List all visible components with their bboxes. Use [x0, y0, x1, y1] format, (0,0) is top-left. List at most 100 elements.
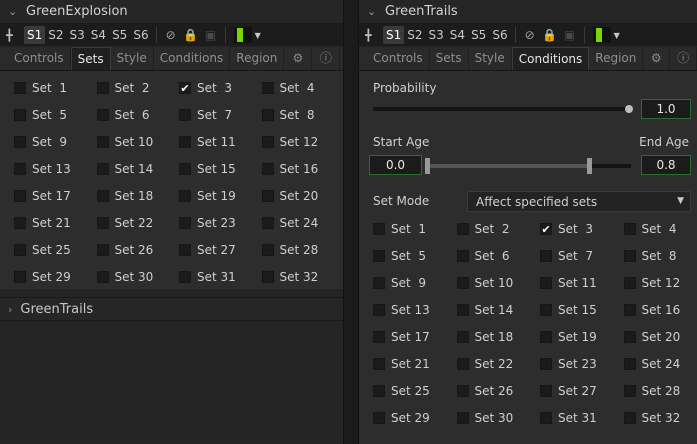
set-checkbox-31[interactable]: Set 31 — [179, 263, 262, 290]
version-button-s1[interactable]: S1 — [24, 26, 46, 44]
lock-icon[interactable]: 🔒 — [181, 28, 201, 42]
checkbox-box[interactable] — [261, 270, 274, 283]
version-button-s4[interactable]: S4 — [447, 26, 468, 44]
checkbox-box[interactable] — [179, 190, 191, 202]
checkbox-box[interactable] — [179, 109, 191, 122]
version-button-s6[interactable]: S6 — [489, 26, 510, 44]
checkbox-box[interactable] — [14, 82, 26, 95]
checkbox-box[interactable] — [456, 304, 469, 317]
checkbox-box[interactable] — [373, 223, 385, 236]
pin-icon[interactable]: ╋ — [6, 29, 24, 42]
tab-style[interactable]: Style — [469, 47, 512, 70]
set-checkbox-5[interactable]: Set 5 — [373, 243, 457, 270]
tab-controls[interactable]: Controls — [367, 47, 430, 70]
checkbox-box[interactable] — [540, 411, 552, 424]
age-range-slider[interactable] — [425, 158, 631, 174]
left-panel-header[interactable]: ⌄ GreenExplosion — [0, 0, 343, 24]
disable-icon[interactable]: ⊘ — [161, 28, 181, 42]
lock-icon[interactable]: 🔒 — [540, 28, 560, 42]
tab-sets[interactable]: Sets — [430, 47, 469, 70]
checkbox-box[interactable] — [540, 250, 552, 263]
set-checkbox-26[interactable]: Set 26 — [456, 377, 541, 404]
checkbox-box[interactable] — [261, 163, 274, 176]
checkbox-box[interactable] — [96, 109, 109, 122]
set-checkbox-27[interactable]: Set 27 — [179, 236, 262, 263]
set-checkbox-20[interactable]: Set 20 — [261, 183, 345, 210]
set-checkbox-25[interactable]: Set 25 — [373, 377, 457, 404]
set-checkbox-22[interactable]: Set 22 — [456, 350, 541, 377]
set-checkbox-11[interactable]: Set 11 — [179, 129, 262, 156]
checkbox-box[interactable] — [373, 411, 385, 424]
disable-icon[interactable]: ⊘ — [520, 28, 540, 42]
checkbox-box[interactable] — [623, 357, 636, 370]
set-checkbox-2[interactable]: Set 2 — [456, 216, 541, 243]
set-checkbox-29[interactable]: Set 29 — [373, 404, 457, 431]
set-checkbox-8[interactable]: Set 8 — [261, 102, 345, 129]
set-checkbox-3[interactable]: ✔ Set 3 — [540, 216, 624, 243]
set-checkbox-13[interactable]: Set 13 — [14, 156, 97, 183]
checkbox-box[interactable] — [456, 331, 469, 343]
checkbox-box[interactable] — [96, 136, 109, 149]
set-checkbox-9[interactable]: Set 9 — [14, 129, 97, 156]
start-age-input[interactable]: 0.0 — [369, 155, 422, 175]
set-checkbox-2[interactable]: Set 2 — [96, 75, 180, 102]
set-checkbox-25[interactable]: Set 25 — [14, 236, 97, 263]
checkbox-box[interactable] — [623, 384, 636, 397]
version-button-s3[interactable]: S3 — [67, 26, 88, 44]
color-swatch[interactable] — [592, 27, 611, 43]
checkbox-box[interactable] — [14, 136, 26, 149]
end-age-input[interactable]: 0.8 — [641, 155, 691, 175]
right-panel-header[interactable]: ⌄ GreenTrails — [359, 0, 697, 24]
checkbox-box[interactable] — [179, 270, 191, 283]
checkbox-box[interactable] — [96, 270, 109, 283]
checkbox-box[interactable] — [456, 384, 469, 397]
set-mode-select[interactable]: Affect specified sets ▼ — [467, 191, 691, 212]
checkbox-box[interactable] — [373, 384, 385, 397]
checkbox-box[interactable] — [623, 277, 636, 290]
checkbox-box[interactable] — [261, 216, 274, 229]
set-checkbox-5[interactable]: Set 5 — [14, 102, 97, 129]
version-button-s3[interactable]: S3 — [426, 26, 447, 44]
version-button-s6[interactable]: S6 — [130, 26, 151, 44]
set-checkbox-23[interactable]: Set 23 — [540, 350, 624, 377]
info-icon[interactable]: ⓘ — [312, 47, 341, 70]
set-checkbox-15[interactable]: Set 15 — [540, 297, 624, 324]
set-checkbox-17[interactable]: Set 17 — [14, 183, 97, 210]
checkbox-box[interactable] — [14, 109, 26, 122]
checkbox-box[interactable] — [540, 304, 552, 317]
checkbox-box[interactable] — [14, 216, 26, 229]
checkbox-box[interactable] — [623, 411, 636, 424]
set-checkbox-23[interactable]: Set 23 — [179, 209, 262, 236]
checkbox-box[interactable] — [456, 223, 469, 236]
checkbox-box[interactable] — [261, 190, 274, 202]
chevron-down-icon[interactable]: ⌄ — [8, 5, 20, 18]
set-checkbox-4[interactable]: Set 4 — [261, 75, 345, 102]
checkbox-box[interactable] — [373, 304, 385, 317]
info-icon[interactable]: ⓘ — [670, 47, 697, 70]
checkbox-box[interactable] — [540, 384, 552, 397]
set-checkbox-24[interactable]: Set 24 — [623, 350, 697, 377]
set-checkbox-6[interactable]: Set 6 — [96, 102, 180, 129]
set-checkbox-28[interactable]: Set 28 — [261, 236, 345, 263]
set-checkbox-10[interactable]: Set 10 — [456, 270, 541, 297]
checkbox-box[interactable] — [373, 331, 385, 343]
checkbox-box[interactable] — [96, 243, 109, 256]
set-checkbox-10[interactable]: Set 10 — [96, 129, 180, 156]
checkbox-box[interactable] — [179, 136, 191, 149]
set-checkbox-12[interactable]: Set 12 — [261, 129, 345, 156]
set-checkbox-30[interactable]: Set 30 — [96, 263, 180, 290]
set-checkbox-13[interactable]: Set 13 — [373, 297, 457, 324]
checkbox-box[interactable] — [261, 82, 274, 95]
set-checkbox-7[interactable]: Set 7 — [179, 102, 262, 129]
version-button-s5[interactable]: S5 — [109, 26, 130, 44]
checkbox-box[interactable] — [456, 411, 469, 424]
panel-divider[interactable] — [344, 0, 358, 444]
checkbox-box[interactable] — [456, 357, 469, 370]
chevron-right-icon[interactable]: › — [8, 303, 12, 316]
range-start-handle[interactable] — [425, 158, 430, 174]
reset-icon[interactable]: ▣ — [560, 28, 580, 42]
checkbox-box[interactable] — [14, 270, 26, 283]
set-checkbox-4[interactable]: Set 4 — [623, 216, 697, 243]
checkbox-box[interactable] — [179, 243, 191, 256]
checkbox-box[interactable] — [540, 357, 552, 370]
